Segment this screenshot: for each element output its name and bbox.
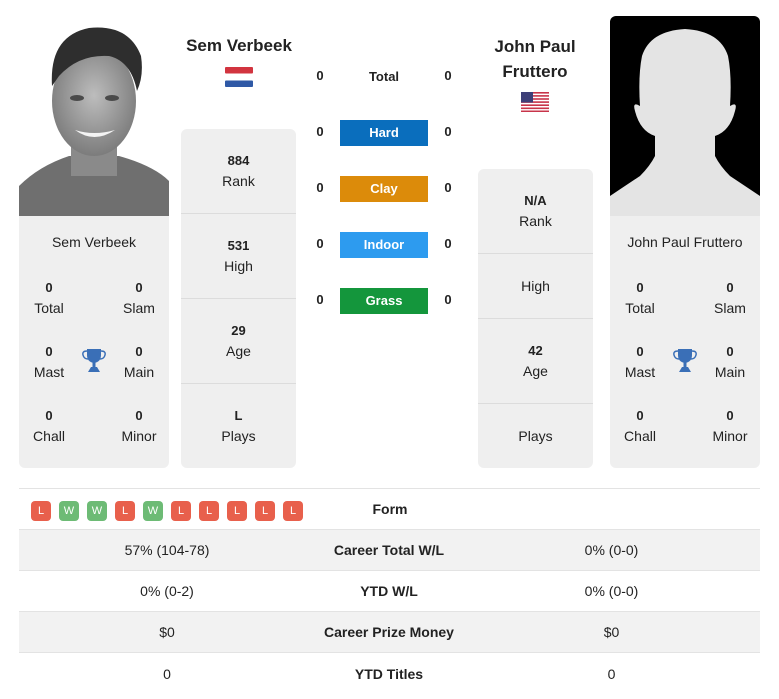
form-result-badge: L bbox=[171, 501, 191, 521]
player1-name[interactable]: Sem Verbeek bbox=[170, 34, 308, 58]
player1-titles-chall: 0 Chall bbox=[33, 408, 65, 444]
player2-rank: N/A Rank bbox=[478, 169, 593, 254]
surface-clay-badge[interactable]: Clay bbox=[340, 176, 428, 202]
player1-titles-minor: 0 Minor bbox=[121, 408, 157, 444]
form-result-badge: W bbox=[87, 501, 107, 521]
player2-titles-chall: 0 Chall bbox=[624, 408, 656, 444]
h2h-total-label: Total bbox=[368, 69, 400, 84]
form-result-badge: W bbox=[143, 501, 163, 521]
player2-name[interactable]: John Paul Fruttero bbox=[470, 34, 600, 84]
surface-indoor-badge[interactable]: Indoor bbox=[340, 232, 428, 258]
h2h-clay-row: 0 Clay 0 bbox=[300, 176, 470, 202]
form-result-badge: L bbox=[227, 501, 247, 521]
form-result-badge: L bbox=[115, 501, 135, 521]
player2-titles-main: 0 Main bbox=[714, 344, 746, 380]
usa-flag-icon bbox=[521, 92, 549, 112]
h2h-grass-row: 0 Grass 0 bbox=[300, 288, 470, 314]
player2-age: 42 Age bbox=[478, 319, 593, 404]
stat-row-career-total-wl: 57% (104-78) Career Total W/L 0% (0-0) bbox=[19, 530, 760, 571]
player1-rank: 884 Rank bbox=[181, 129, 296, 214]
player1-high: 531 High bbox=[181, 214, 296, 299]
form-result-badge: L bbox=[199, 501, 219, 521]
h2h-indoor-row: 0 Indoor 0 bbox=[300, 232, 470, 258]
trophy-icon bbox=[82, 347, 106, 373]
player1-age: 29 Age bbox=[181, 299, 296, 384]
player1-titles-mast: 0 Mast bbox=[33, 344, 65, 380]
player2-rank-stack: N/A Rank High 42 Age Plays bbox=[478, 169, 593, 468]
player1-plays: L Plays bbox=[221, 408, 256, 444]
player2-titles-slam: 0 Slam bbox=[714, 280, 746, 316]
form-label: Form bbox=[372, 501, 408, 517]
surface-grass-badge[interactable]: Grass bbox=[340, 288, 428, 314]
stat-row-ytd-wl: 0% (0-2) YTD W/L 0% (0-0) bbox=[19, 571, 760, 612]
surface-hard-badge[interactable]: Hard bbox=[340, 120, 428, 146]
player2-photo bbox=[610, 16, 760, 216]
form-badges: LWWLWLLLLL bbox=[31, 501, 303, 521]
netherlands-flag-icon bbox=[225, 67, 253, 87]
trophy-icon bbox=[673, 347, 697, 373]
player2-card-name: John Paul Fruttero bbox=[627, 234, 743, 250]
player2-titles-minor: 0 Minor bbox=[712, 408, 748, 444]
form-row: LWWLWLLLLL Form bbox=[19, 488, 760, 530]
player2-titles-card: John Paul Fruttero 0 Total 0 Slam 0 Mast… bbox=[610, 216, 760, 468]
player1-titles-total: 0 Total bbox=[34, 280, 64, 316]
player2-high: High bbox=[478, 254, 593, 319]
player1-titles-main: 0 Main bbox=[123, 344, 155, 380]
player1-titles-card: Sem Verbeek 0 Total 0 Slam 0 Mast 0 Main… bbox=[19, 216, 169, 468]
player1-photo bbox=[19, 16, 169, 216]
h2h-total-row: 0 Total 0 bbox=[300, 64, 470, 90]
form-result-badge: W bbox=[59, 501, 79, 521]
player2-titles-mast: 0 Mast bbox=[624, 344, 656, 380]
player1-rank-stack: 884 Rank 531 High 29 Age L Plays bbox=[181, 129, 296, 468]
form-result-badge: L bbox=[255, 501, 275, 521]
player2-titles-total: 0 Total bbox=[625, 280, 655, 316]
stat-row-career-prize-money: $0 Career Prize Money $0 bbox=[19, 612, 760, 653]
stat-row-ytd-titles: 0 YTD Titles 0 bbox=[163, 665, 616, 682]
player1-titles-slam: 0 Slam bbox=[123, 280, 155, 316]
player1-card-name: Sem Verbeek bbox=[51, 234, 137, 250]
form-result-badge: L bbox=[283, 501, 303, 521]
form-result-badge: L bbox=[31, 501, 51, 521]
stats-table: 57% (104-78) Career Total W/L 0% (0-0) 0… bbox=[19, 530, 760, 694]
player2-plays: Plays bbox=[518, 428, 553, 444]
h2h-hard-row: 0 Hard 0 bbox=[300, 120, 470, 146]
